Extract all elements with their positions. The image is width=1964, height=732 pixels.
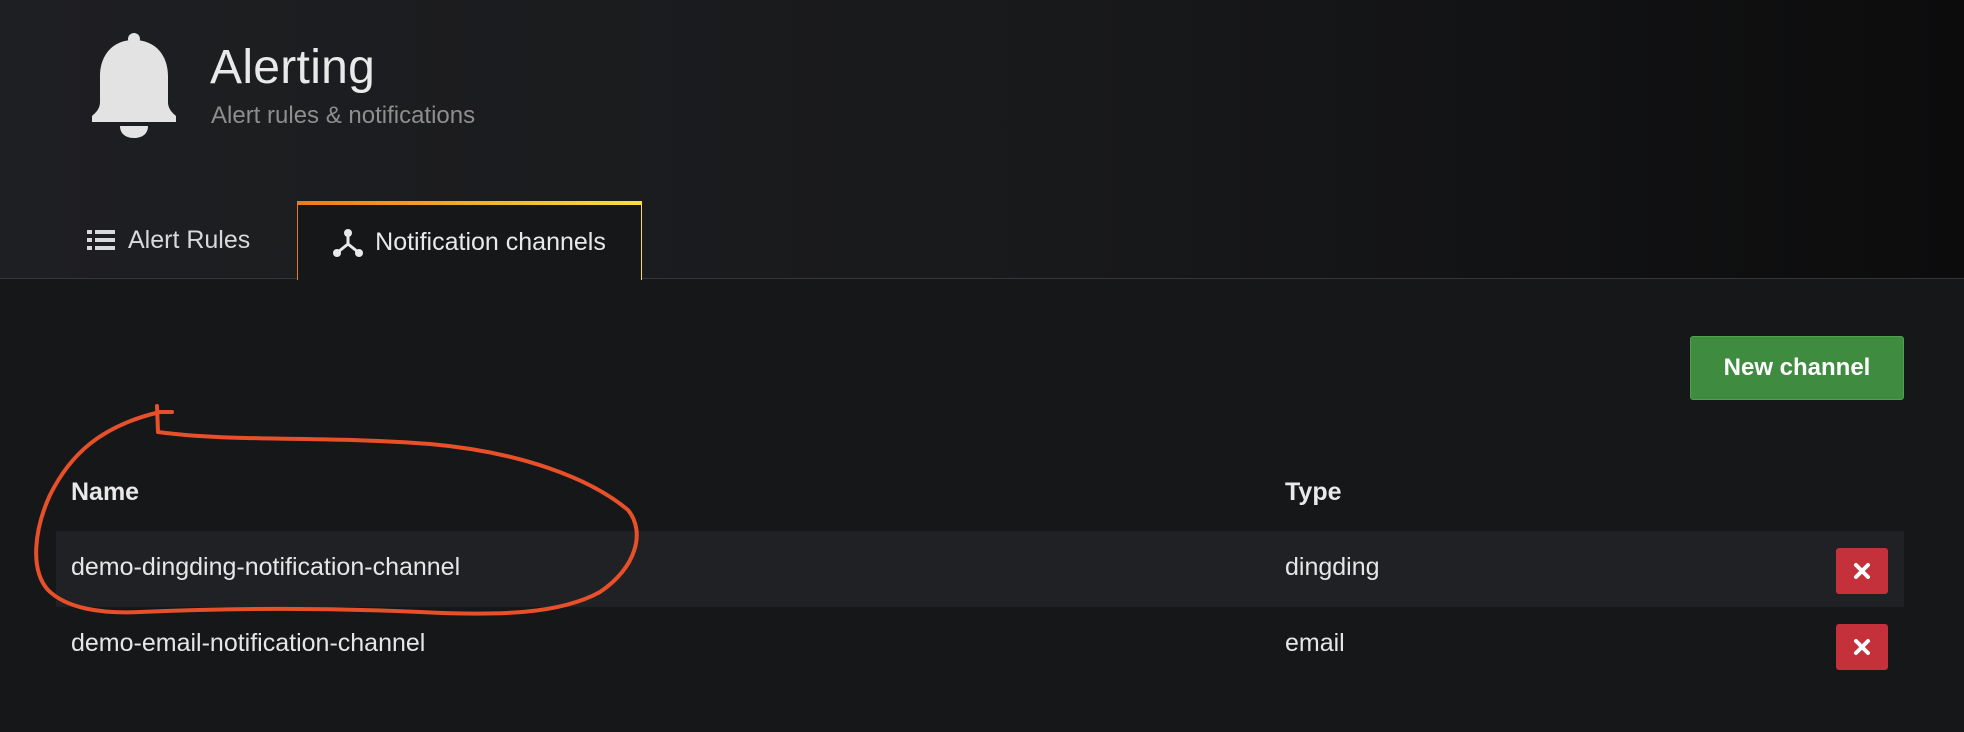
column-header-name: Name — [71, 478, 140, 506]
list-icon — [87, 230, 115, 250]
table-row: demo-dingding-notification-channel dingd… — [56, 531, 1904, 607]
tab-notification-channels[interactable]: Notification channels — [297, 201, 642, 280]
bell-icon — [92, 33, 176, 138]
channel-name-link[interactable]: demo-email-notification-channel — [71, 629, 425, 658]
delete-button[interactable] — [1836, 624, 1888, 670]
page-title: Alerting — [210, 41, 376, 94]
close-icon — [1854, 563, 1870, 579]
share-nodes-icon — [333, 228, 364, 257]
page-subtitle: Alert rules & notifications — [211, 102, 476, 129]
delete-button[interactable] — [1836, 548, 1888, 594]
tab-alert-rules[interactable]: Alert Rules — [86, 201, 250, 279]
channel-name-link[interactable]: demo-dingding-notification-channel — [71, 553, 460, 582]
new-channel-button[interactable]: New channel — [1690, 336, 1904, 400]
channel-type: dingding — [1285, 553, 1380, 581]
channel-type: email — [1285, 629, 1345, 657]
table-row: demo-email-notification-channel email — [56, 607, 1904, 683]
page-header: Alerting Alert rules & notifications Ale… — [0, 0, 1964, 280]
close-icon — [1854, 639, 1870, 655]
column-header-type: Type — [1285, 478, 1342, 506]
tab-label: Alert Rules — [128, 225, 251, 254]
tab-label: Notification channels — [375, 228, 606, 256]
